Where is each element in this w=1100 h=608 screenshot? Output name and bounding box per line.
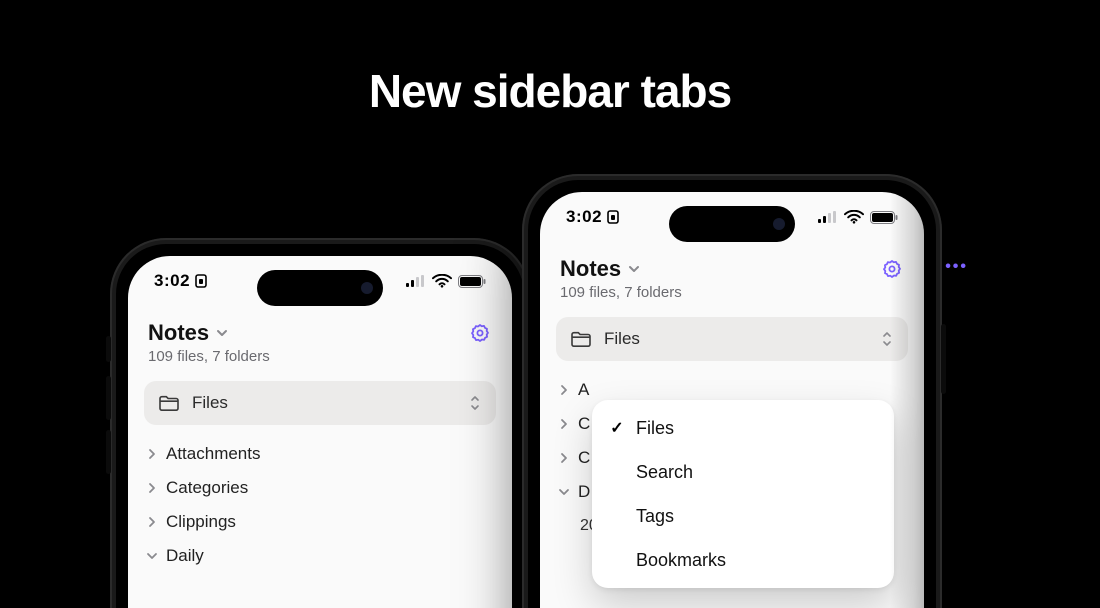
folder-label: D [578,482,590,502]
file-list: Attachments Categories Clippings Daily [128,435,512,571]
chevron-down-icon [146,550,158,562]
chevron-right-icon [146,516,158,528]
menu-option-tags[interactable]: Tags [592,494,894,538]
chevron-right-icon [146,448,158,460]
folder-label: C [578,448,590,468]
folder-row[interactable]: Categories [146,473,504,503]
settings-button[interactable] [880,258,904,282]
sidebar-tab-label: Files [604,329,640,349]
phone-left: 3:02 Notes [110,238,530,608]
chevron-right-icon [558,418,570,430]
chevron-right-icon [558,384,570,396]
vault-name: Notes [560,256,621,282]
menu-option-label: Tags [636,506,674,527]
up-down-icon [880,330,894,348]
up-down-icon [468,394,482,412]
folder-label: Daily [166,546,204,566]
hero-title: New sidebar tabs [0,64,1100,118]
phone-right: 3:02 Notes 109 files, 7 folders [522,174,942,608]
folder-label: Clippings [166,512,236,532]
folder-icon [570,330,592,348]
power-button [941,324,946,394]
chevron-right-icon [558,452,570,464]
overflow-button[interactable]: ••• [945,258,968,276]
chevron-down-icon [215,326,229,340]
sidebar-tab-menu: ✓ Files Search Tags Bookmarks [592,400,894,588]
vault-name: Notes [148,320,209,346]
sidebar-tab-label: Files [192,393,228,413]
settings-button[interactable] [468,322,492,346]
volume-up-button [106,376,111,420]
checkmark-icon: ✓ [608,418,626,438]
chevron-down-icon [558,486,570,498]
menu-option-bookmarks[interactable]: Bookmarks [592,538,894,582]
vault-subtitle: 109 files, 7 folders [560,284,682,301]
folder-row[interactable]: Daily [146,541,504,571]
folder-label: A [578,380,589,400]
folder-row[interactable]: Clippings [146,507,504,537]
folder-label: C [578,414,590,434]
volume-down-button [106,430,111,474]
menu-option-search[interactable]: Search [592,450,894,494]
menu-option-label: Bookmarks [636,550,726,571]
vault-switcher[interactable]: Notes [560,256,682,282]
sidebar-tab-selector[interactable]: Files [556,317,908,361]
folder-row[interactable]: Attachments [146,439,504,469]
sidebar-tab-selector[interactable]: Files [144,381,496,425]
menu-option-files[interactable]: ✓ Files [592,406,894,450]
folder-label: Attachments [166,444,261,464]
chevron-right-icon [146,482,158,494]
mute-switch [106,336,111,362]
folder-icon [158,394,180,412]
vault-subtitle: 109 files, 7 folders [148,348,270,365]
vault-switcher[interactable]: Notes [148,320,270,346]
chevron-down-icon [627,262,641,276]
menu-option-label: Search [636,462,693,483]
menu-option-label: Files [636,418,674,439]
folder-label: Categories [166,478,248,498]
